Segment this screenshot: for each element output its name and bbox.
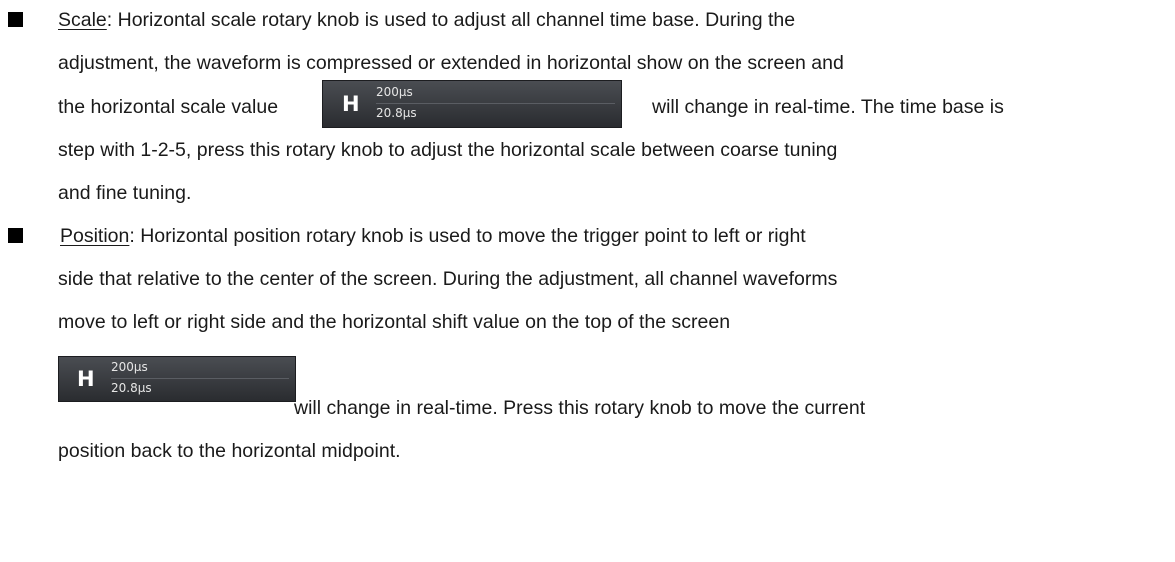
- text-run: move to left or right side and the horiz…: [58, 311, 731, 333]
- horizontal-offset-value: 20.8µs: [111, 381, 152, 395]
- text-run: position back to the horizontal midpoint…: [58, 440, 401, 462]
- paragraph-line: Position: Horizontal position rotary kno…: [60, 223, 806, 249]
- paragraph-line: will change in real-time. The time base …: [652, 94, 1004, 120]
- paragraph-line: the horizontal scale value: [58, 94, 278, 120]
- paragraph-line: move to left or right side and the horiz…: [58, 309, 730, 335]
- indicator-divider: [111, 378, 289, 379]
- document-page: Scale: Horizontal scale rotary knob is u…: [0, 0, 1175, 562]
- square-bullet-icon: [8, 12, 23, 27]
- time-base-value: 200µs: [111, 360, 148, 374]
- paragraph-line: and fine tuning.: [58, 180, 191, 206]
- term-scale: Scale: [58, 9, 107, 31]
- text-run: the horizontal scale value: [58, 96, 279, 118]
- text-run: adjustment, the waveform is compressed o…: [58, 52, 844, 74]
- time-base-value: 200µs: [376, 85, 413, 99]
- paragraph-line: Scale: Horizontal scale rotary knob is u…: [58, 7, 795, 33]
- text-run: and fine tuning.: [58, 182, 192, 204]
- paragraph-line: side that relative to the center of the …: [58, 266, 837, 292]
- text-run: will change in real-time. Press this rot…: [294, 397, 866, 419]
- h-label: H: [77, 367, 95, 391]
- square-bullet-icon: [8, 228, 23, 243]
- text-run: : Horizontal scale rotary knob is used t…: [106, 9, 796, 31]
- text-run: will change in real-time. The time base …: [652, 96, 1004, 118]
- paragraph-line: step with 1-2-5, press this rotary knob …: [58, 137, 837, 163]
- paragraph-line: will change in real-time. Press this rot…: [294, 395, 865, 421]
- paragraph-line: adjustment, the waveform is compressed o…: [58, 50, 844, 76]
- text-run: step with 1-2-5, press this rotary knob …: [58, 139, 838, 161]
- horizontal-offset-value: 20.8µs: [376, 106, 417, 120]
- indicator-divider: [376, 103, 615, 104]
- h-label: H: [342, 92, 360, 116]
- paragraph-line: position back to the horizontal midpoint…: [58, 438, 401, 464]
- term-position: Position: [60, 225, 130, 247]
- text-run: : Horizontal position rotary knob is use…: [129, 225, 806, 247]
- text-run: side that relative to the center of the …: [58, 268, 838, 290]
- horizontal-shift-indicator: H 200µs 20.8µs: [58, 356, 296, 402]
- horizontal-scale-indicator: H 200µs 20.8µs: [322, 80, 622, 128]
